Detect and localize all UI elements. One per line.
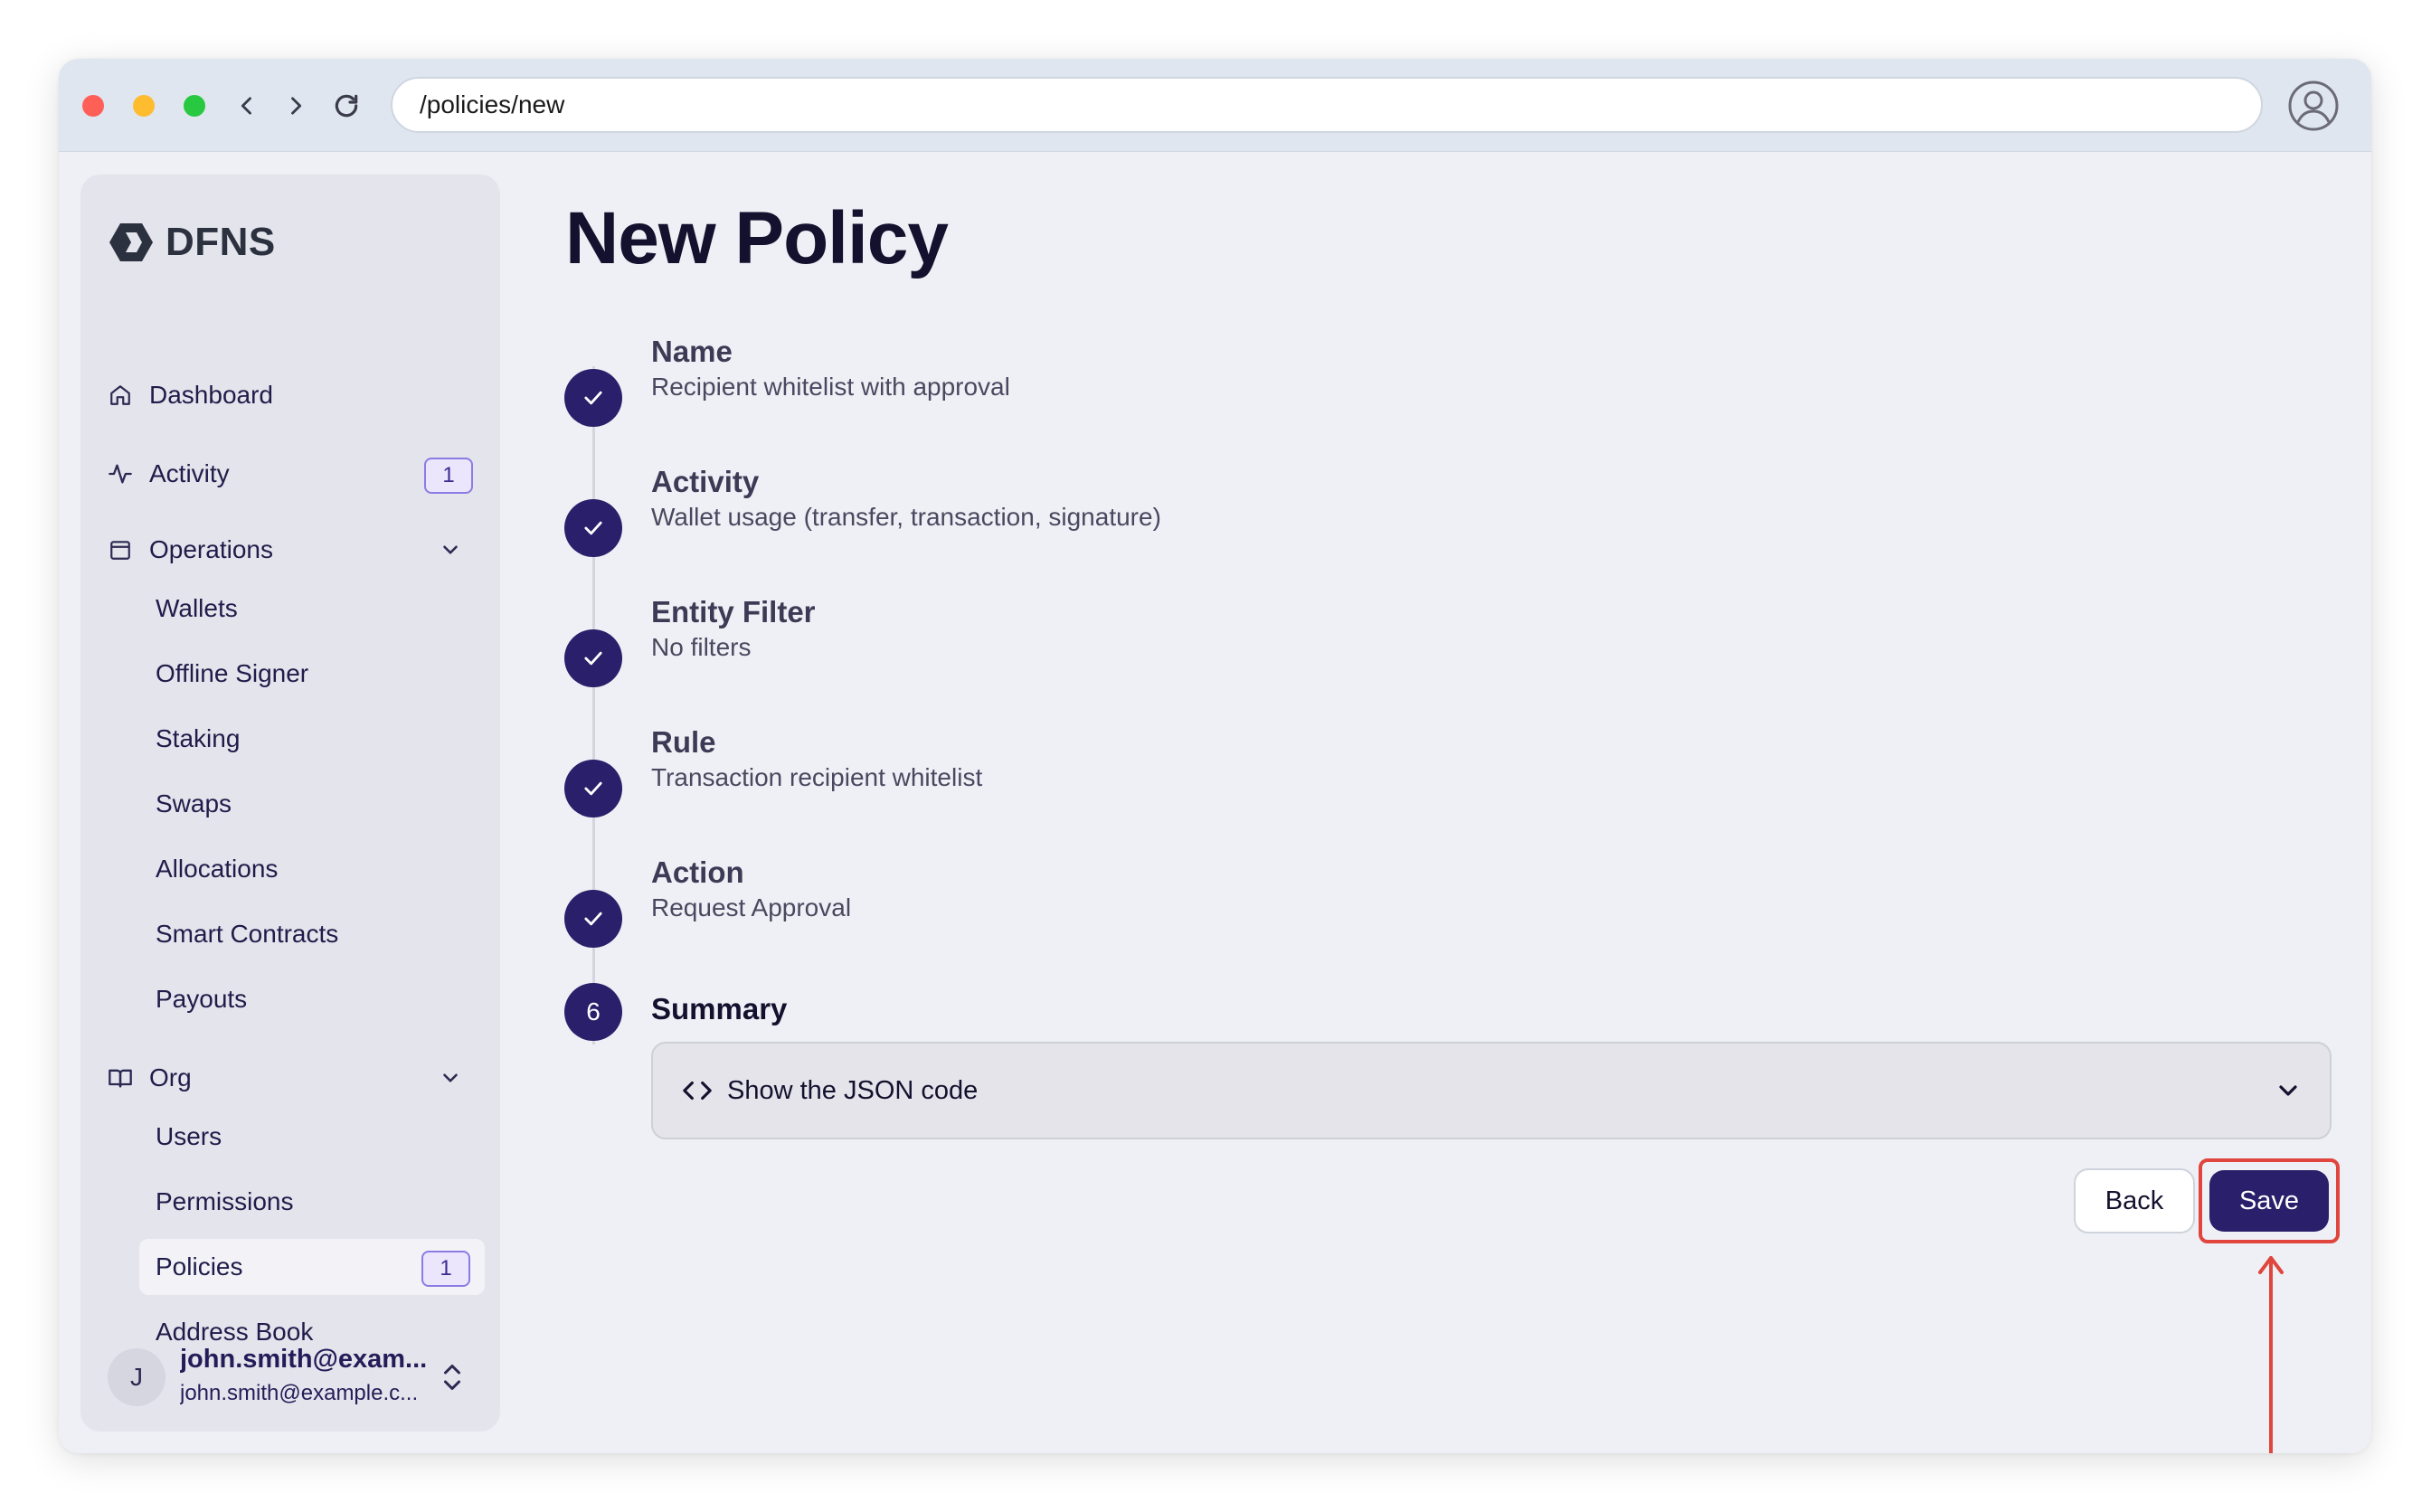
profile-icon[interactable] — [2286, 79, 2341, 133]
sidebar-item-staking[interactable]: Staking — [139, 711, 485, 767]
close-window-button[interactable] — [82, 95, 104, 117]
step-title-action: Action — [651, 855, 744, 889]
sidebar-item-label: Org — [149, 1063, 192, 1091]
sidebar-item-label: Payouts — [156, 985, 248, 1013]
home-icon — [108, 383, 133, 408]
chevron-down-icon — [439, 1066, 462, 1090]
chevron-up-down-icon — [439, 1359, 466, 1395]
reload-icon[interactable] — [326, 86, 366, 126]
code-icon — [682, 1075, 713, 1106]
step-complete-check-icon — [564, 760, 622, 817]
step-title-name: Name — [651, 335, 733, 368]
back-arrow-icon[interactable] — [227, 86, 267, 126]
user-account-menu[interactable]: J john.smith@exam... john.smith@example.… — [108, 1341, 487, 1413]
sidebar-item-label: Staking — [156, 724, 241, 752]
sidebar-item-label: Dashboard — [149, 381, 273, 409]
sidebar-item-label: Smart Contracts — [156, 920, 339, 948]
step-complete-check-icon — [564, 369, 622, 427]
sidebar-item-wallets[interactable]: Wallets — [139, 581, 485, 637]
step-value-action: Request Approval — [651, 893, 852, 921]
sidebar-item-swaps[interactable]: Swaps — [139, 776, 485, 832]
step-complete-check-icon — [564, 629, 622, 687]
user-email: john.smith@example.c... — [180, 1381, 419, 1405]
sidebar-item-label: Offline Signer — [156, 659, 309, 687]
sidebar-item-label: Swaps — [156, 789, 232, 817]
step-complete-check-icon — [564, 890, 622, 948]
back-button[interactable]: Back — [2074, 1168, 2195, 1233]
forward-arrow-icon[interactable] — [276, 86, 316, 126]
activity-count-badge: 1 — [424, 458, 473, 494]
step-title-activity: Activity — [651, 465, 760, 498]
step-number-badge: 6 — [564, 983, 622, 1041]
step-title-rule: Rule — [651, 725, 716, 759]
sidebar-item-policies[interactable]: Policies 1 — [139, 1239, 485, 1295]
sidebar-item-label: Permissions — [156, 1187, 294, 1215]
step-title-summary: Summary — [651, 992, 788, 1025]
sidebar-item-activity[interactable]: Activity 1 — [91, 446, 489, 502]
sidebar-item-operations[interactable]: Operations — [91, 522, 489, 578]
save-button-highlight — [2199, 1158, 2340, 1243]
sidebar-item-offline-signer[interactable]: Offline Signer — [139, 646, 485, 702]
step-value-activity: Wallet usage (transfer, transaction, sig… — [651, 503, 1161, 531]
policies-count-badge: 1 — [421, 1251, 470, 1287]
address-bar-url: /policies/new — [420, 90, 565, 118]
book-icon — [108, 1065, 133, 1091]
sidebar-item-label: Operations — [149, 535, 273, 563]
sidebar-item-users[interactable]: Users — [139, 1109, 485, 1165]
step-title-entity-filter: Entity Filter — [651, 595, 816, 628]
sidebar-item-org[interactable]: Org — [91, 1050, 489, 1106]
sidebar-item-dashboard[interactable]: Dashboard — [91, 367, 489, 423]
sidebar-item-label: Users — [156, 1122, 222, 1150]
maximize-window-button[interactable] — [184, 95, 205, 117]
avatar: J — [108, 1348, 166, 1406]
address-bar[interactable]: /policies/new — [391, 77, 2263, 133]
sidebar-item-label: Activity — [149, 459, 230, 487]
logo-text: DFNS — [166, 220, 276, 264]
json-code-toggle-label: Show the JSON code — [727, 1075, 979, 1105]
dfns-logo-icon — [109, 223, 153, 261]
chevron-down-icon — [2274, 1076, 2303, 1105]
browser-titlebar: /policies/new — [59, 59, 2371, 152]
step-value-name: Recipient whitelist with approval — [651, 373, 1010, 401]
browser-window: /policies/new DFNS Dashboard Activity 1 — [59, 59, 2371, 1453]
sidebar-item-payouts[interactable]: Payouts — [139, 971, 485, 1027]
step-value-entity-filter: No filters — [651, 633, 752, 661]
step-value-rule: Transaction recipient whitelist — [651, 763, 983, 791]
json-code-toggle[interactable]: Show the JSON code — [651, 1042, 2332, 1139]
dfns-logo[interactable]: DFNS — [108, 220, 276, 265]
activity-icon — [108, 461, 133, 487]
sidebar-item-label: Wallets — [156, 594, 238, 622]
calendar-icon — [108, 537, 133, 562]
minimize-window-button[interactable] — [133, 95, 155, 117]
sidebar-item-label: Allocations — [156, 855, 279, 883]
page-title: New Policy — [565, 197, 949, 279]
pointer-arrow — [2258, 1256, 2284, 1453]
sidebar-item-permissions[interactable]: Permissions — [139, 1174, 485, 1230]
sidebar: DFNS Dashboard Activity 1 Operations Wal… — [80, 175, 500, 1432]
sidebar-item-smart-contracts[interactable]: Smart Contracts — [139, 906, 485, 962]
user-name: john.smith@exam... — [180, 1345, 428, 1374]
sidebar-item-label: Policies — [156, 1252, 243, 1280]
sidebar-item-allocations[interactable]: Allocations — [139, 841, 485, 897]
step-complete-check-icon — [564, 499, 622, 557]
chevron-down-icon — [439, 538, 462, 562]
